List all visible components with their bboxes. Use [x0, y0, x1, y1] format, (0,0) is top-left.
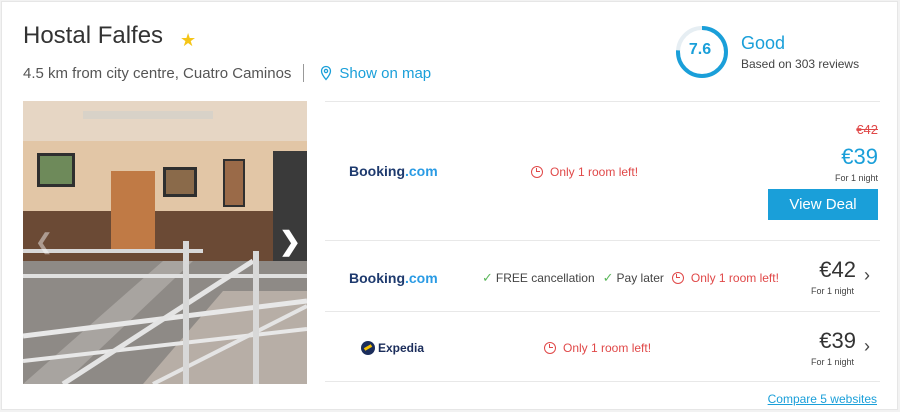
hotel-photo-image — [23, 101, 307, 384]
offer-notes: Only 1 room left! — [531, 165, 638, 179]
provider-suffix: .com — [405, 270, 438, 286]
hotel-photo[interactable]: ❮ ❯ — [23, 101, 307, 384]
provider-name: Booking — [349, 163, 405, 179]
show-on-map-label: Show on map — [339, 64, 432, 82]
check-icon: ✓ — [482, 270, 493, 285]
expedia-logo: Expedia — [361, 341, 424, 355]
hotel-card: Hostal Falfes ★ 4.5 km from city centre,… — [1, 1, 898, 410]
divider — [303, 64, 305, 82]
urgency-text: Only 1 room left! — [550, 165, 639, 179]
free-cancellation-text: FREE cancellation — [495, 271, 595, 285]
chevron-right-icon[interactable]: › — [864, 337, 878, 355]
offer-row[interactable]: Expedia Only 1 room left! €39 For 1 nigh… — [325, 311, 880, 382]
offer-notes: Only 1 room left! — [544, 341, 651, 355]
urgency-text: Only 1 room left! — [690, 271, 779, 285]
price: €39 — [841, 144, 878, 169]
offer-row[interactable]: Booking.com Only 1 room left! €42 €39 Fo… — [325, 101, 880, 240]
offers-list: Booking.com Only 1 room left! €42 €39 Fo… — [325, 101, 880, 382]
compare-websites-link[interactable]: Compare 5 websites — [768, 392, 877, 406]
view-deal-button[interactable]: View Deal — [768, 189, 878, 220]
check-icon: ✓ — [602, 270, 614, 285]
clock-icon — [531, 166, 543, 178]
offer-row[interactable]: Booking.com ✓ FREE cancellation ✓ Pay la… — [325, 240, 880, 311]
old-price: €42 — [856, 122, 878, 137]
review-count: Based on 303 reviews — [741, 57, 860, 71]
rating-block[interactable]: 7.6 Good Based on 303 reviews — [674, 24, 874, 84]
price: €39 — [819, 328, 856, 353]
price: €42 — [819, 257, 856, 282]
next-photo-icon[interactable]: ❯ — [277, 227, 303, 255]
booking-logo: Booking.com — [349, 163, 438, 179]
clock-icon — [671, 272, 684, 284]
price-period: For 1 night — [810, 357, 854, 367]
clock-icon — [544, 342, 556, 354]
show-on-map-link[interactable]: Show on map — [318, 65, 431, 82]
urgency-note: Only 1 room left! — [671, 271, 779, 285]
chevron-right-icon[interactable]: › — [864, 266, 878, 284]
provider-name: Booking — [349, 270, 405, 286]
booking-logo: Booking.com — [349, 270, 438, 286]
offer-notes: ✓ FREE cancellation ✓ Pay later Only 1 r… — [482, 270, 779, 286]
urgency-text: Only 1 room left! — [563, 341, 652, 355]
urgency-note: Only 1 room left! — [544, 341, 651, 355]
pay-later-text: Pay later — [616, 271, 664, 285]
provider-name: Expedia — [378, 341, 425, 355]
urgency-note: Only 1 room left! — [531, 165, 638, 179]
provider-suffix: .com — [405, 163, 438, 179]
price-period: For 1 night — [810, 286, 854, 296]
location-line: 4.5 km from city centre, Cuatro Caminos … — [23, 64, 431, 82]
star-icon: ★ — [180, 30, 197, 50]
previous-photo-icon[interactable]: ❮ — [31, 229, 57, 255]
distance-text: 4.5 km from city centre, Cuatro Caminos — [23, 64, 292, 82]
free-cancellation-note: ✓ FREE cancellation — [482, 270, 595, 286]
hotel-name[interactable]: Hostal Falfes — [23, 22, 163, 50]
pay-later-note: ✓ Pay later — [603, 270, 664, 286]
rating-label: Good — [741, 33, 786, 53]
rating-score: 7.6 — [688, 41, 712, 58]
price-period: For 1 night — [834, 173, 878, 183]
map-pin-icon — [321, 65, 332, 81]
expedia-plane-icon — [361, 341, 375, 355]
